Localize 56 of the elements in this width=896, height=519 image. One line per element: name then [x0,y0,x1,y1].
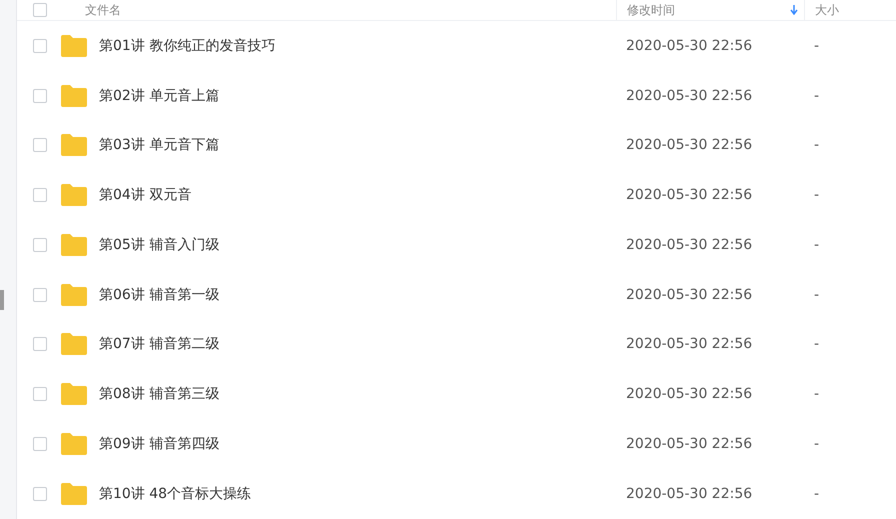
file-size: - [814,236,820,253]
folder-icon [61,234,87,256]
row-checkbox[interactable] [33,288,47,302]
file-size: - [814,436,820,452]
modified-time: 2020-05-30 22:56 [626,486,752,502]
folder-name[interactable]: 第03讲 单元音下篇 [99,136,220,154]
folder-icon [61,84,87,107]
folder-icon [61,333,87,356]
folder-name[interactable]: 第10讲 48个音标大操练 [99,484,252,503]
modified-time: 2020-05-30 22:56 [626,336,752,352]
column-header[interactable]: 大小 [815,2,839,19]
modified-time: 2020-05-30 22:56 [626,38,752,54]
row-checkbox[interactable] [33,387,47,402]
row-checkbox[interactable] [33,436,47,451]
folder-name[interactable]: 第02讲 单元音上篇 [99,86,220,105]
folder-icon [61,284,87,306]
modified-time: 2020-05-30 22:56 [626,436,752,452]
folder-name[interactable]: 第07讲 辅音第二级 [99,335,220,354]
sort-arrow-icon[interactable] [790,5,798,15]
file-size: - [814,336,820,352]
folder-icon [61,134,87,156]
row-checkbox[interactable] [33,486,47,501]
column-header[interactable]: 文件名 [85,2,121,19]
folder-name[interactable]: 第09讲 辅音第四级 [99,434,220,453]
file-size: - [814,38,820,54]
scrollbar-thumb[interactable] [0,290,4,310]
folder-name[interactable]: 第08讲 辅音第三级 [99,385,220,404]
folder-icon [61,432,87,455]
modified-time: 2020-05-30 22:56 [626,187,752,204]
select-all-checkbox[interactable] [33,3,47,18]
modified-time: 2020-05-30 22:56 [626,137,752,154]
modified-time: 2020-05-30 22:56 [626,88,752,104]
row-checkbox[interactable] [33,238,47,252]
row-checkbox[interactable] [33,88,47,103]
folder-icon [61,383,87,406]
folder-icon [61,34,87,57]
file-size: - [814,88,820,104]
row-checkbox[interactable] [33,138,47,152]
folder-icon [61,482,87,505]
folder-icon [61,184,87,206]
column-header[interactable]: 修改时间 [627,2,675,19]
file-size: - [814,137,820,154]
file-size: - [814,187,820,204]
folder-name[interactable]: 第05讲 辅音入门级 [99,236,220,254]
row-checkbox[interactable] [33,38,47,53]
file-size: - [814,386,820,402]
modified-time: 2020-05-30 22:56 [626,236,752,253]
folder-name[interactable]: 第04讲 双元音 [99,186,192,204]
modified-time: 2020-05-30 22:56 [626,286,752,303]
file-size: - [814,286,820,303]
modified-time: 2020-05-30 22:56 [626,386,752,402]
folder-name[interactable]: 第01讲 教你纯正的发音技巧 [99,36,276,55]
row-checkbox[interactable] [33,188,47,202]
row-checkbox[interactable] [33,337,47,352]
file-size: - [814,486,820,502]
folder-name[interactable]: 第06讲 辅音第一级 [99,286,220,304]
